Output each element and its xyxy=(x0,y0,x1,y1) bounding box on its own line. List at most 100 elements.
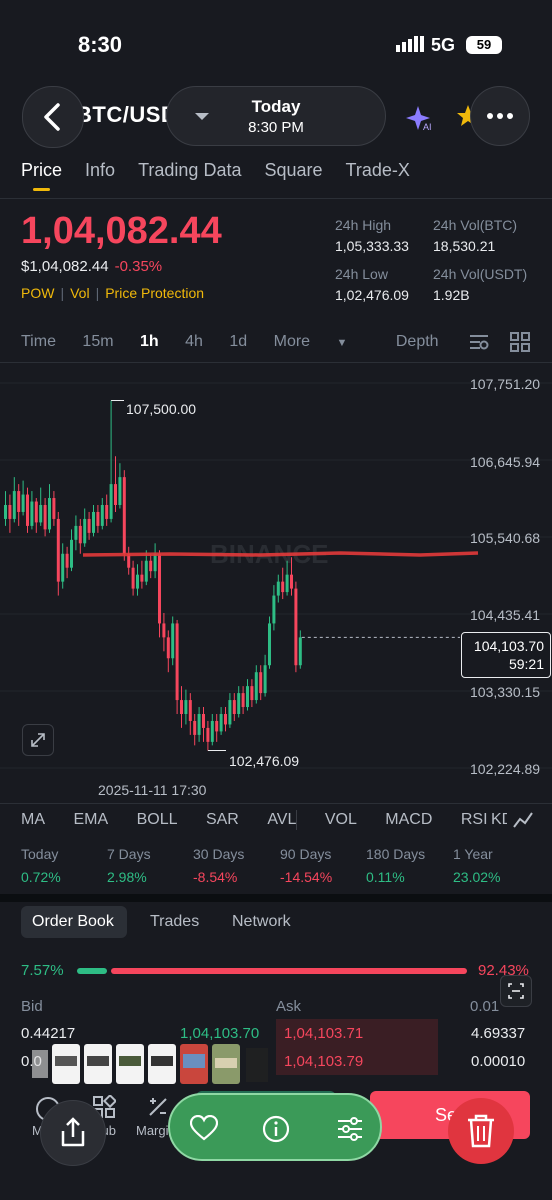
thumbnail[interactable] xyxy=(32,1050,48,1078)
interval-1h[interactable]: 1h xyxy=(140,333,159,351)
tag-price-protection[interactable]: Price Protection xyxy=(105,285,204,301)
perf-7d: 7 Days 2.98% xyxy=(107,846,151,885)
scan-button[interactable] xyxy=(500,975,532,1007)
indicator-rsi[interactable]: RSI xyxy=(461,811,488,829)
adjust-sliders-icon[interactable] xyxy=(336,1115,364,1143)
interval-more[interactable]: More ▼ xyxy=(274,333,370,351)
pair-tags: POW | Vol | Price Protection xyxy=(21,285,205,301)
stat-label: 24h Low xyxy=(335,266,388,282)
candle-body xyxy=(281,581,285,593)
photo-action-toolbar xyxy=(168,1093,382,1161)
indicator-macd[interactable]: MACD xyxy=(385,811,432,829)
candle-body xyxy=(78,525,82,544)
indicator-avl[interactable]: AVL xyxy=(267,811,296,829)
thumbnail[interactable] xyxy=(148,1044,176,1084)
share-button[interactable] xyxy=(40,1100,106,1166)
candle-body xyxy=(241,693,245,708)
candle-body xyxy=(272,595,276,624)
candle-body xyxy=(180,700,183,715)
signal-icon xyxy=(396,36,426,57)
candle-body xyxy=(215,720,219,732)
date-selector[interactable]: Today 8:30 PM xyxy=(166,86,386,146)
indicator-kdj[interactable]: KDJ xyxy=(491,811,507,831)
thumbnail[interactable] xyxy=(52,1044,80,1084)
candle-body xyxy=(206,727,210,742)
candle-body xyxy=(12,491,16,519)
stat-label: 24h Vol(BTC) xyxy=(433,217,518,233)
network-label: 5G xyxy=(431,35,456,55)
thumbnail[interactable] xyxy=(84,1044,112,1084)
tag-pow[interactable]: POW xyxy=(21,285,54,301)
interval-15m[interactable]: 15m xyxy=(82,333,113,351)
more-options-button[interactable] xyxy=(470,86,530,146)
candlestick-chart[interactable]: BINANCE xyxy=(0,363,552,803)
indicator-edit-button[interactable] xyxy=(508,805,552,835)
interval-depth[interactable]: Depth xyxy=(396,333,439,351)
candle-body xyxy=(43,505,47,530)
candle-body xyxy=(74,525,78,540)
indicator-boll[interactable]: BOLL xyxy=(137,811,178,829)
info-icon[interactable] xyxy=(262,1115,290,1143)
tab-network[interactable]: Network xyxy=(232,913,291,931)
candle-body xyxy=(184,700,188,715)
tag-vol[interactable]: Vol xyxy=(70,285,89,301)
indicator-ema[interactable]: EMA xyxy=(73,811,108,829)
precision-selector[interactable]: 0.01 xyxy=(470,998,499,1015)
high-marker-label: 107,500.00 xyxy=(126,401,197,417)
candle-body xyxy=(268,623,271,666)
screenshot-thumbnail-strip[interactable] xyxy=(32,1042,268,1084)
candle-body xyxy=(153,553,157,572)
candle-body xyxy=(144,560,148,582)
candle-body xyxy=(228,700,232,725)
y-tick: 107,751.20 xyxy=(470,376,541,392)
perf-label: 30 Days xyxy=(193,846,245,862)
candle-body xyxy=(193,720,197,735)
interval-bar: Time 15m 1h 4h 1d More ▼ Depth xyxy=(21,333,461,351)
interval-4h[interactable]: 4h xyxy=(185,333,203,351)
thumbnail[interactable] xyxy=(116,1044,144,1084)
ask-label: Ask xyxy=(276,998,302,1015)
layout-grid-icon[interactable] xyxy=(510,332,530,357)
indicator-sar[interactable]: SAR xyxy=(206,811,239,829)
tab-order-book[interactable]: Order Book xyxy=(32,913,114,931)
candle-body xyxy=(122,477,126,554)
thumbnail[interactable] xyxy=(180,1044,208,1084)
bid-price[interactable]: 1,04,103.70 xyxy=(180,1025,259,1042)
candle-body xyxy=(17,491,21,512)
battery-icon: 59 xyxy=(466,36,502,54)
thumbnail[interactable] xyxy=(246,1048,268,1082)
candle-body xyxy=(131,567,135,589)
tab-trading-data[interactable]: Trading Data xyxy=(138,160,241,181)
indicator-ma[interactable]: MA xyxy=(21,811,45,829)
ai-sparkle-icon[interactable]: AI xyxy=(406,102,436,137)
ask-price[interactable]: 1,04,103.79 xyxy=(284,1053,363,1070)
heart-icon[interactable] xyxy=(190,1115,218,1141)
tab-trades[interactable]: Trades xyxy=(150,913,199,931)
stat-value: 18,530.21 xyxy=(433,238,496,254)
candle-body xyxy=(8,505,12,519)
fullscreen-button[interactable] xyxy=(22,724,54,756)
interval-1d[interactable]: 1d xyxy=(229,333,247,351)
margin-icon[interactable] xyxy=(146,1095,170,1124)
thumbnail[interactable] xyxy=(212,1044,240,1084)
delete-button[interactable] xyxy=(448,1098,514,1164)
tab-square[interactable]: Square xyxy=(264,160,322,181)
usd-price-value: $1,04,082.44 xyxy=(21,258,109,275)
stat-24h-vol-usdt: 24h Vol(USDT) 1.92B xyxy=(433,266,527,303)
tab-price[interactable]: Price xyxy=(21,160,62,191)
y-tick: 106,645.94 xyxy=(470,454,541,470)
perf-label: 90 Days xyxy=(280,846,332,862)
bid-qty: 0.44217 xyxy=(21,1025,76,1042)
interval-time[interactable]: Time xyxy=(21,333,56,351)
back-button[interactable] xyxy=(22,86,84,148)
tab-info[interactable]: Info xyxy=(85,160,115,181)
tab-trade-x[interactable]: Trade-X xyxy=(346,160,410,181)
candle-body xyxy=(224,714,227,725)
candle-body xyxy=(26,494,29,526)
indicator-vol[interactable]: VOL xyxy=(325,811,357,829)
trash-icon xyxy=(468,1114,494,1148)
candle-body xyxy=(83,518,87,544)
ask-price[interactable]: 1,04,103.71 xyxy=(284,1025,363,1042)
chart-settings-icon[interactable] xyxy=(468,332,490,357)
candle-body xyxy=(21,494,25,512)
